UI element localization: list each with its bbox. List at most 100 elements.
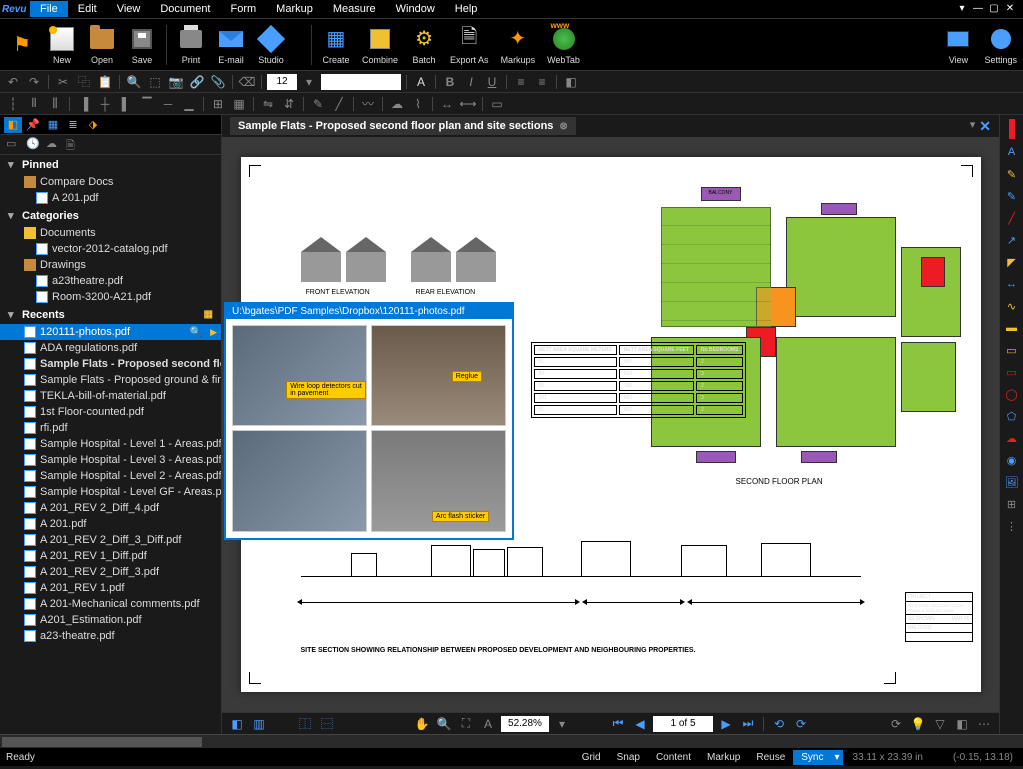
cut-icon[interactable]: ✂ [54,73,72,91]
save-button[interactable]: Save [122,23,162,67]
menu-markup[interactable]: Markup [266,1,323,17]
menu-measure[interactable]: Measure [323,1,386,17]
combine-button[interactable]: Combine [356,23,404,67]
cat-documents[interactable]: Documents [0,225,221,241]
lp-tab-layers[interactable]: ≣ [64,117,82,133]
menu-document[interactable]: Document [150,1,220,17]
next-view-icon[interactable]: ⟳ [792,715,810,733]
recent-item-10[interactable]: Sample Hospital - Level GF - Areas.pdf [0,484,221,500]
recent-item-14[interactable]: A 201_REV 1_Diff.pdf [0,548,221,564]
menu-file[interactable]: File [30,1,68,17]
recent-item-0[interactable]: 120111-photos.pdf🔍▶ [0,324,221,340]
rb-hilite-icon[interactable]: ▬ [1003,319,1021,337]
recent-item-8[interactable]: Sample Hospital - Level 3 - Areas.pdf [0,452,221,468]
rb-text-icon[interactable]: A [1003,143,1021,161]
dim2-icon[interactable]: ⟷ [459,95,477,113]
rb-group-icon[interactable]: ⊞ [1003,495,1021,513]
first-page-icon[interactable]: ⏮ [609,715,627,733]
line-icon[interactable]: ╱ [330,95,348,113]
ribbon-flag[interactable]: ⚑ [0,29,42,61]
recent-item-2[interactable]: Sample Flats - Proposed second floor ... [0,356,221,372]
recent-item-12[interactable]: A 201.pdf [0,516,221,532]
rb-red-icon[interactable] [1009,119,1015,139]
recent-item-15[interactable]: A 201_REV 2_Diff_3.pdf [0,564,221,580]
recent-item-7[interactable]: Sample Hospital - Level 1 - Areas.pdf [0,436,221,452]
window-max-icon[interactable]: ▢ [987,3,1001,15]
rect-icon[interactable]: ▭ [488,95,506,113]
pan-icon[interactable]: ✋ [413,715,431,733]
recent-item-13[interactable]: A 201_REV 2_Diff_3_Diff.pdf [0,532,221,548]
flip-h-icon[interactable]: ⇋ [259,95,277,113]
bulb-icon[interactable]: 💡 [909,715,927,733]
rb-note-icon[interactable]: ✎ [1003,165,1021,183]
rb-hilite2-icon[interactable]: ▭ [1003,341,1021,359]
italic-icon[interactable]: I [462,73,480,91]
rb-poly-icon[interactable]: ⬠ [1003,407,1021,425]
open-button[interactable]: Open [82,23,122,67]
lp-sub-cloud-icon[interactable]: ☁ [46,137,62,153]
status-sync-dd-icon[interactable]: ▾ [831,750,842,765]
thumb1-icon[interactable]: ◧ [228,715,246,733]
settings-button[interactable]: Settings [978,23,1023,67]
pinned-item-compare[interactable]: Compare Docs [0,174,221,190]
al-c-icon[interactable]: ┼ [96,95,114,113]
rb-ellipse-icon[interactable]: ◯ [1003,385,1021,403]
rb-line-icon[interactable]: ╱ [1003,209,1021,227]
status-content[interactable]: Content [648,750,699,765]
text-A-icon[interactable]: A [412,73,430,91]
rb-rect-icon[interactable]: ▭ [1003,363,1021,381]
print-button[interactable]: Print [171,23,211,67]
menu-window[interactable]: Window [386,1,445,17]
font-family-input[interactable] [321,74,401,90]
window-min-icon[interactable]: — [971,3,985,15]
cat-room3200[interactable]: Room-3200-A21.pdf [0,289,221,305]
recent-item-18[interactable]: A201_Estimation.pdf [0,612,221,628]
spline-icon[interactable]: 〰 [359,95,377,113]
fill-icon[interactable]: ◧ [562,73,580,91]
lp-tab-pin[interactable]: 📌 [24,117,42,133]
prev-page-icon[interactable]: ◀ [631,715,649,733]
webtab-button[interactable]: WebTab [541,23,586,67]
more-icon[interactable]: ⋯ [975,715,993,733]
rb-arrow-icon[interactable]: ↗ [1003,231,1021,249]
link-icon[interactable]: 🔗 [188,73,206,91]
section-categories[interactable]: ▾Categories [0,206,221,225]
cat-drawings[interactable]: Drawings [0,257,221,273]
search-in-doc-icon[interactable]: 🔍 [190,327,202,338]
section-pinned[interactable]: ▾Pinned [0,155,221,174]
split-h-icon[interactable]: ⿰ [296,715,314,733]
align2-icon[interactable]: ┆ [4,95,22,113]
section-recents[interactable]: ▾Recents▦ [0,305,221,324]
grid-icon[interactable]: ⊞ [209,95,227,113]
paste-icon[interactable]: 📋 [96,73,114,91]
insert-icon[interactable]: ◧ [953,715,971,733]
status-snap[interactable]: Snap [609,750,648,765]
font-size-input[interactable] [267,74,297,90]
rb-cloud-icon[interactable]: ☁ [1003,429,1021,447]
font-dd-icon[interactable]: ▾ [300,73,318,91]
al-r-icon[interactable]: ▌ [117,95,135,113]
menu-edit[interactable]: Edit [68,1,107,17]
recent-item-19[interactable]: a23-theatre.pdf [0,628,221,644]
recent-item-4[interactable]: TEKLA-bill-of-material.pdf [0,388,221,404]
redo-icon[interactable]: ↷ [25,73,43,91]
recent-item-16[interactable]: A 201_REV 1.pdf [0,580,221,596]
split-v-icon[interactable]: ⿱ [318,715,336,733]
new-button[interactable]: New [42,23,82,67]
dim-icon[interactable]: ↔ [438,95,456,113]
menu-help[interactable]: Help [445,1,488,17]
zoom-sel-icon[interactable]: ⛶ [457,715,475,733]
al-m-icon[interactable]: ─ [159,95,177,113]
cat-a23[interactable]: a23theatre.pdf [0,273,221,289]
next-page-icon[interactable]: ▶ [717,715,735,733]
menu-form[interactable]: Form [221,1,267,17]
open-doc-icon[interactable]: ▶ [210,327,217,338]
recent-item-9[interactable]: Sample Hospital - Level 2 - Areas.pdf [0,468,221,484]
zoom-in-icon[interactable]: 🔍 [435,715,453,733]
pinned-item-a201[interactable]: A 201.pdf [0,190,221,206]
align-left-icon[interactable]: ≡ [512,73,530,91]
align-center-icon[interactable]: ≡ [533,73,551,91]
lp-sub-explorer-icon[interactable]: ▭ [6,137,22,153]
al-b-icon[interactable]: ▁ [180,95,198,113]
exportas-button[interactable]: 🗎Export As [444,23,495,67]
